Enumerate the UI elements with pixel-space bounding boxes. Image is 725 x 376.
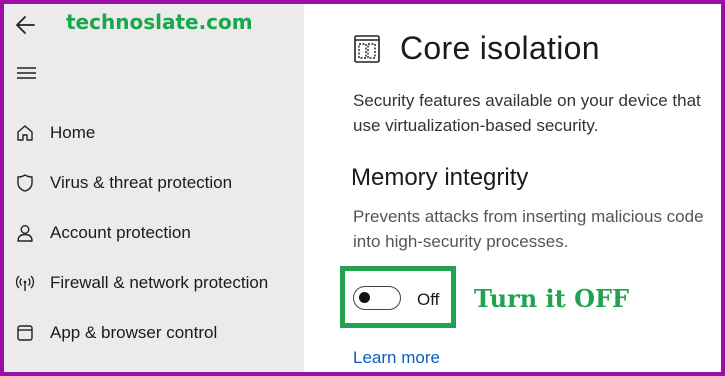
shield-icon [14, 172, 36, 194]
page-header: Core isolation [352, 30, 600, 67]
sidebar-nav: Home Virus & threat protection Account p… [4, 108, 304, 358]
toggle-state-label: Off [417, 290, 440, 309]
sidebar-item-app-browser-control[interactable]: App & browser control [4, 308, 304, 358]
sidebar-item-label: App & browser control [50, 323, 218, 342]
back-button[interactable] [12, 10, 42, 40]
main-content: Core isolation Security features availab… [304, 4, 721, 372]
person-icon [14, 222, 36, 244]
window-icon [14, 322, 36, 344]
app-window: technoslate.com Home Virus & threat prot… [4, 4, 721, 372]
toggle-knob [359, 292, 370, 303]
memory-integrity-toggle[interactable] [353, 286, 401, 310]
sidebar-item-account-protection[interactable]: Account protection [4, 208, 304, 258]
sidebar: technoslate.com Home Virus & threat prot… [4, 4, 304, 372]
sidebar-item-label: Home [50, 123, 96, 142]
sidebar-item-label: Firewall & network protection [50, 273, 269, 292]
core-isolation-icon [352, 34, 382, 64]
watermark: technoslate.com [66, 10, 253, 34]
page-title: Core isolation [400, 30, 600, 66]
sidebar-item-firewall-network-protection[interactable]: Firewall & network protection [4, 258, 304, 308]
page-description: Security features available on your devi… [353, 91, 701, 135]
sidebar-item-label: Account protection [50, 223, 191, 242]
home-icon [14, 122, 36, 144]
memory-integrity-description: Prevents attacks from inserting maliciou… [353, 207, 704, 251]
annotation-text: Turn it OFF [474, 284, 630, 313]
hamburger-menu-button[interactable] [14, 62, 40, 84]
antenna-icon [14, 272, 36, 294]
sidebar-item-label: Virus & threat protection [50, 173, 233, 192]
memory-integrity-heading: Memory integrity [351, 164, 529, 191]
back-arrow-icon [16, 16, 35, 34]
learn-more-link[interactable]: Learn more [353, 348, 440, 368]
sidebar-item-virus-threat-protection[interactable]: Virus & threat protection [4, 158, 304, 208]
sidebar-item-home[interactable]: Home [4, 108, 304, 158]
hamburger-icon [17, 67, 36, 79]
